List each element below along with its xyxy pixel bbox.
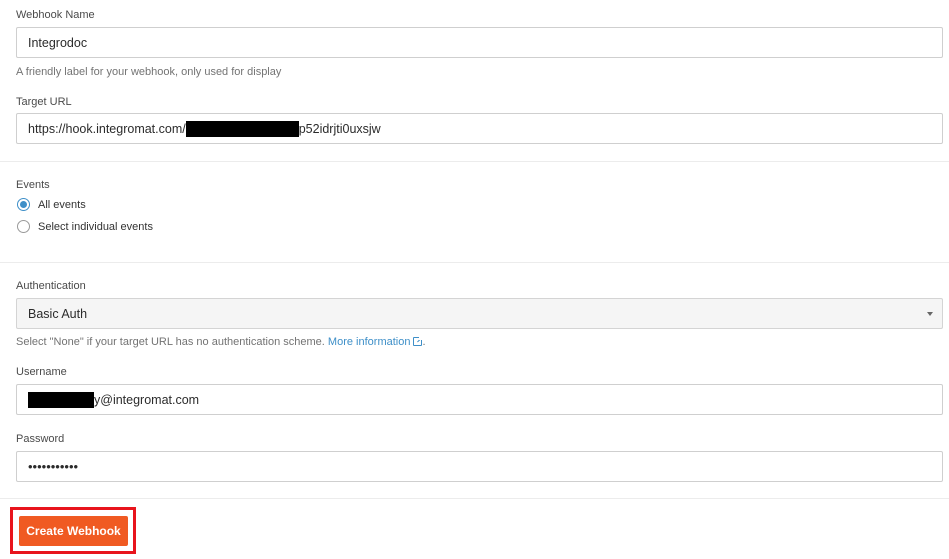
redacted-block	[185, 120, 299, 137]
authentication-label: Authentication	[16, 280, 86, 292]
username-label: Username	[16, 366, 67, 378]
webhook-name-input[interactable]: Integrodoc	[16, 27, 943, 58]
create-webhook-button[interactable]: Create Webhook	[19, 516, 128, 546]
webhook-name-value: Integrodoc	[28, 35, 88, 50]
radio-checked-icon[interactable]	[17, 198, 30, 211]
events-label: Events	[16, 179, 50, 191]
more-information-link[interactable]: More information	[328, 336, 411, 348]
password-input[interactable]: •••••••••••	[16, 451, 943, 482]
webhook-name-label: Webhook Name	[16, 9, 95, 21]
username-suffix: y@integromat.com	[94, 392, 200, 407]
target-url-input[interactable]: https://hook.integromat.com/ p52idrjti0u…	[16, 113, 943, 144]
authentication-hint: Select "None" if your target URL has no …	[16, 336, 426, 348]
radio-individual-events[interactable]: Select individual events	[17, 220, 153, 233]
section-divider	[0, 498, 949, 499]
username-input[interactable]: y@integromat.com	[16, 384, 943, 415]
password-value: •••••••••••	[28, 459, 79, 474]
authentication-select[interactable]: Basic Auth	[16, 298, 943, 329]
section-divider	[0, 161, 949, 162]
password-label: Password	[16, 433, 65, 445]
target-url-suffix: p52idrjti0uxsjw	[298, 121, 381, 136]
redacted-block	[28, 391, 94, 408]
section-divider	[0, 262, 949, 263]
radio-all-events-label: All events	[38, 198, 86, 211]
radio-all-events[interactable]: All events	[17, 198, 86, 211]
authentication-selected: Basic Auth	[28, 306, 88, 321]
target-url-prefix: https://hook.integromat.com/	[28, 121, 186, 136]
target-url-label: Target URL	[16, 96, 72, 108]
radio-individual-events-label: Select individual events	[38, 220, 153, 233]
chevron-down-icon	[927, 311, 933, 316]
external-link-icon[interactable]	[413, 336, 424, 346]
webhook-name-hint: A friendly label for your webhook, only …	[16, 66, 282, 78]
radio-unchecked-icon[interactable]	[17, 220, 30, 233]
